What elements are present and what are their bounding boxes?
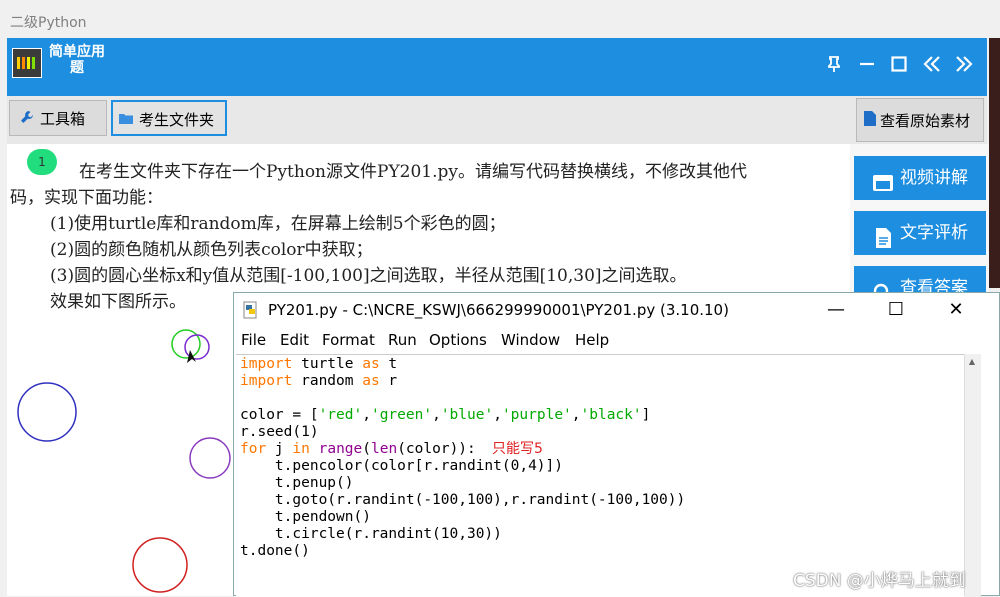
menu-options[interactable]: Options xyxy=(429,331,487,349)
code-line-2: import random as r xyxy=(240,373,398,389)
menu-window[interactable]: Window xyxy=(501,331,560,349)
folder-label: 考生文件夹 xyxy=(139,111,215,129)
material-label: 查看原始素材 xyxy=(880,112,971,130)
examinee-folder-button[interactable]: 考生文件夹 xyxy=(111,100,227,136)
idle-title: PY201.py - C:\NCRE_KSWJ\666299990001\PY2… xyxy=(268,301,729,319)
code-line-12: t.done() xyxy=(240,543,310,559)
idle-minimize-button[interactable]: — xyxy=(816,297,856,323)
app-title: 简单应用题 xyxy=(49,44,105,76)
code-line-11: t.circle(r.randint(10,30)) xyxy=(240,526,502,542)
view-answer-label: 查看答案 xyxy=(900,278,968,292)
scroll-up-icon[interactable]: ▲ xyxy=(966,356,978,368)
video-explain-label: 视频讲解 xyxy=(900,168,968,188)
folder-icon xyxy=(117,102,135,138)
question-line-1: 在考生文件夹下存在一个Python源文件PY201.py。请编写代码替换横线，不… xyxy=(79,162,748,182)
code-line-10: t.pendown() xyxy=(240,509,371,525)
code-line-1: import turtle as t xyxy=(240,356,398,372)
toolbox-button[interactable]: 工具箱 xyxy=(9,100,107,136)
handwritten-annotation: 只能写5 xyxy=(492,441,543,457)
text-analysis-label: 文字评析 xyxy=(900,223,968,243)
window-title: 二级Python xyxy=(10,15,87,31)
idle-titlebar: PY201.py - C:\NCRE_KSWJ\666299990001\PY2… xyxy=(234,293,999,327)
code-line-8: t.penup() xyxy=(240,475,354,491)
menu-help[interactable]: Help xyxy=(575,331,609,349)
video-explain-button[interactable]: 视频讲解 xyxy=(854,156,986,200)
code-line-7: t.pencolor(color[r.randint(0,4)]) xyxy=(240,458,564,474)
menu-edit[interactable]: Edit xyxy=(280,331,309,349)
circle-red xyxy=(132,537,188,593)
circle-purple-small xyxy=(184,334,210,360)
python-file-icon xyxy=(243,301,257,319)
text-analysis-button[interactable]: 文字评析 xyxy=(854,211,986,255)
search-icon xyxy=(872,277,894,292)
double-left-icon[interactable] xyxy=(920,52,944,76)
background-edge xyxy=(989,38,1000,288)
requirement-3: (3)圆的圆心坐标x和y值从范围[-100,100]之间选取，半径从范围[10,… xyxy=(50,266,687,286)
idle-maximize-button[interactable]: ☐ xyxy=(876,297,916,323)
menu-format[interactable]: Format xyxy=(322,331,375,349)
watermark: CSDN @小烨马上就到 xyxy=(793,571,966,591)
code-line-5: r.seed(1) xyxy=(240,424,319,440)
app-logo-icon xyxy=(12,48,42,78)
document-icon xyxy=(861,99,879,143)
requirement-4: 效果如下图所示。 xyxy=(50,292,186,312)
double-right-icon[interactable] xyxy=(952,52,976,76)
requirement-1: (1)使用turtle库和random库，在屏幕上绘制5个彩色的圆； xyxy=(50,214,506,234)
turtle-cursor-icon xyxy=(187,350,196,363)
question-line-2: 码，实现下面功能： xyxy=(10,188,163,208)
wrench-icon xyxy=(18,101,36,137)
code-line-9: t.goto(r.randint(-100,100),r.randint(-10… xyxy=(240,492,686,508)
idle-menubar: File Edit Format Run Options Window Help xyxy=(234,327,999,353)
view-material-button[interactable]: 查看原始素材 xyxy=(856,98,984,142)
question-number-badge: 1 xyxy=(27,149,57,175)
editor-scrollbar[interactable] xyxy=(964,354,981,596)
circle-purple xyxy=(189,437,231,479)
menu-run[interactable]: Run xyxy=(388,331,417,349)
video-icon xyxy=(872,167,894,191)
minimize-icon[interactable] xyxy=(855,52,879,76)
code-line-6: for j in range(len(color)): xyxy=(240,441,476,457)
maximize-icon[interactable] xyxy=(887,52,911,76)
pin-icon[interactable] xyxy=(822,52,846,76)
text-doc-icon xyxy=(872,222,894,248)
menu-file[interactable]: File xyxy=(241,331,266,349)
window-titlebar: 二级Python xyxy=(0,0,1000,38)
requirement-2: (2)圆的颜色随机从颜色列表color中获取； xyxy=(50,240,373,260)
view-answer-button[interactable]: 查看答案 xyxy=(854,266,986,292)
turtle-output-image xyxy=(17,329,231,593)
code-line-4: color = ['red','green','blue','purple','… xyxy=(240,407,651,423)
idle-close-button[interactable]: ✕ xyxy=(936,297,976,323)
circle-blue xyxy=(17,382,77,442)
toolbox-label: 工具箱 xyxy=(40,110,86,128)
